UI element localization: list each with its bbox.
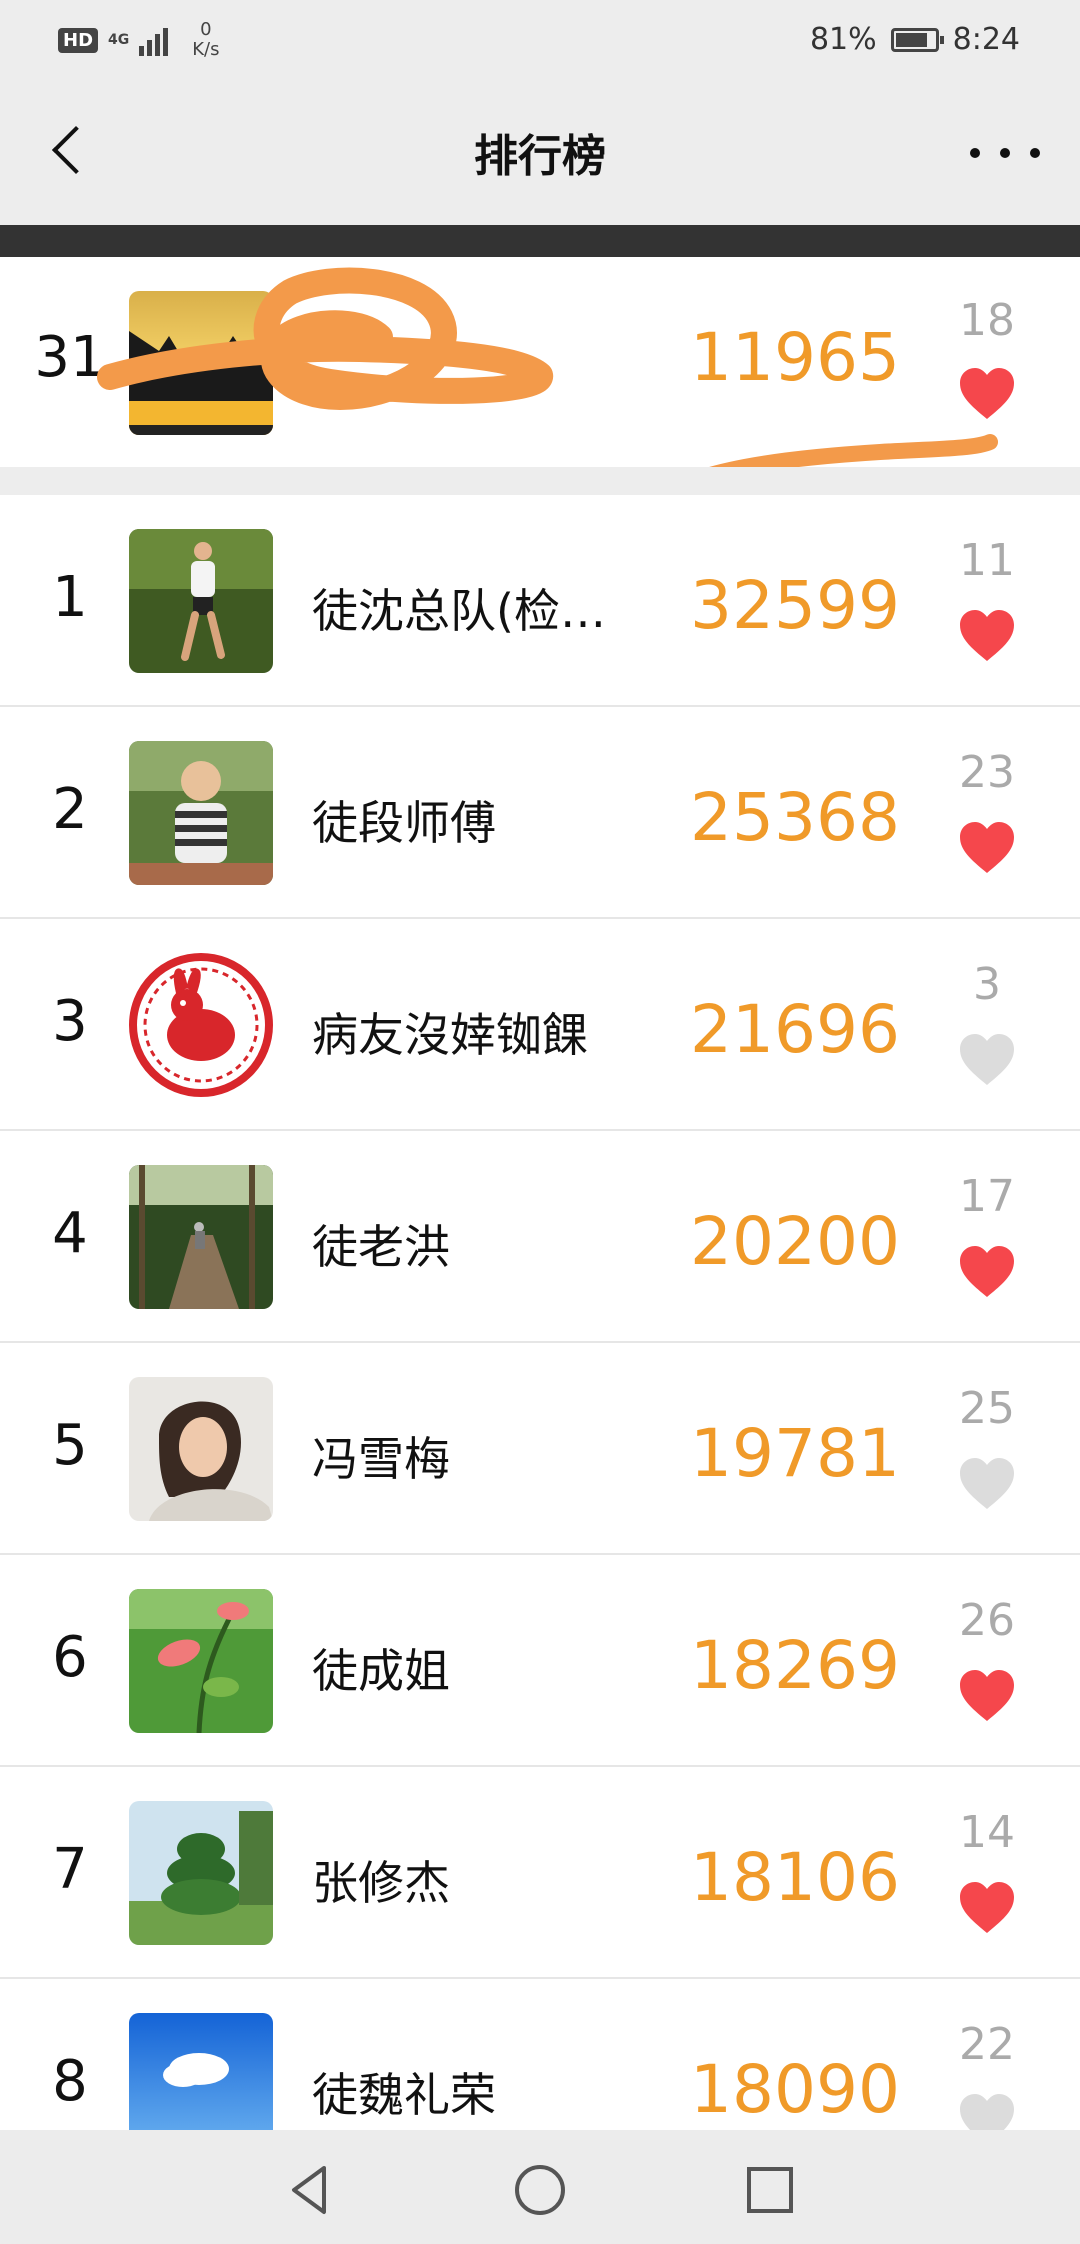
step-count: 25368: [690, 779, 900, 856]
like-count: 17: [959, 1171, 1015, 1222]
rank-number: 8: [52, 2049, 88, 2114]
like-count: 11: [959, 535, 1015, 586]
like-count: 3: [973, 959, 1001, 1010]
step-count: 19781: [690, 1415, 900, 1492]
rank-number: 5: [52, 1413, 88, 1478]
network-speed: 0 K/s: [192, 20, 219, 60]
ranking-row[interactable]: 5 冯雪梅 19781 25: [0, 1343, 1080, 1555]
rank-number: 7: [52, 1837, 88, 1902]
hd-badge: HD: [58, 27, 99, 53]
user-name: 徒老洪: [312, 1220, 450, 1274]
rank-number: 1: [52, 565, 88, 630]
user-name: 徒段师傅: [312, 796, 496, 850]
ranking-row[interactable]: 1 徒沈总队(检… 32599 11: [0, 495, 1080, 707]
system-nav-bar: [0, 2130, 1080, 2244]
ranking-list: 1 徒沈总队(检… 32599 11 2 徒段师傅 25368 23 3 病友沒…: [0, 495, 1080, 2191]
heart-icon[interactable]: [958, 1245, 1016, 1299]
step-count: 18269: [690, 1627, 900, 1704]
like-count: 23: [959, 747, 1015, 798]
status-bar: HD 4G 0 K/s 81% 8:24: [0, 0, 1080, 80]
heart-icon[interactable]: [958, 367, 1016, 421]
battery-icon: [890, 27, 944, 52]
heart-icon[interactable]: [958, 1881, 1016, 1935]
status-bar-right: 81% 8:24: [810, 22, 1020, 57]
avatar[interactable]: [129, 741, 273, 885]
rank-number: 6: [52, 1625, 88, 1690]
ranking-row[interactable]: 7 张修杰 18106 14: [0, 1767, 1080, 1979]
heart-icon[interactable]: [958, 609, 1016, 663]
network-speed-value: 0: [200, 19, 212, 40]
ranking-row[interactable]: 6 徒成姐 18269 26: [0, 1555, 1080, 1767]
avatar[interactable]: [129, 1589, 273, 1733]
nav-bar: 排行榜: [0, 80, 1080, 225]
rank-number: 2: [52, 777, 88, 842]
my-rank: 31: [34, 325, 106, 390]
avatar[interactable]: [129, 953, 273, 1097]
my-like-count: 18: [959, 295, 1015, 346]
heart-icon[interactable]: [958, 1669, 1016, 1723]
signal-icon: [139, 24, 169, 56]
step-count: 18106: [690, 1839, 900, 1916]
like-count: 14: [959, 1807, 1015, 1858]
more-dot-icon: [970, 148, 980, 158]
like-count: 22: [959, 2019, 1015, 2070]
more-button[interactable]: [970, 128, 1040, 178]
avatar[interactable]: [129, 1801, 273, 1945]
nav-home-icon[interactable]: [510, 2160, 570, 2220]
more-dot-icon: [1000, 148, 1010, 158]
network-type: 4G: [108, 32, 130, 48]
nav-recents-icon[interactable]: [740, 2160, 800, 2220]
header-divider: [0, 225, 1080, 257]
user-name: 病友沒婞铷餜: [312, 1008, 588, 1062]
like-count: 25: [959, 1383, 1015, 1434]
rank-number: 4: [52, 1201, 88, 1266]
user-name: 张修杰: [312, 1856, 450, 1910]
section-gap: [0, 467, 1080, 495]
step-count: 21696: [690, 991, 900, 1068]
ranking-row[interactable]: 3 病友沒婞铷餜 21696 3: [0, 919, 1080, 1131]
heart-icon[interactable]: [958, 821, 1016, 875]
like-count: 26: [959, 1595, 1015, 1646]
user-name: 徒沈总队(检…: [312, 584, 606, 638]
heart-icon[interactable]: [958, 1457, 1016, 1511]
step-count: 18090: [690, 2051, 900, 2128]
avatar[interactable]: [129, 1165, 273, 1309]
user-name: 徒成姐: [312, 1644, 450, 1698]
nav-back-icon[interactable]: [280, 2160, 340, 2220]
heart-icon[interactable]: [958, 1033, 1016, 1087]
status-bar-left: HD 4G 0 K/s: [58, 20, 220, 60]
network-speed-unit: K/s: [192, 39, 220, 60]
avatar[interactable]: [129, 1377, 273, 1521]
ranking-row[interactable]: 2 徒段师傅 25368 23: [0, 707, 1080, 919]
my-steps: 11965: [690, 319, 900, 396]
page-title: 排行榜: [474, 131, 606, 182]
clock: 8:24: [952, 22, 1020, 57]
step-count: 32599: [690, 567, 900, 644]
user-name: 徒魏礼荣: [312, 2068, 496, 2122]
step-count: 20200: [690, 1203, 900, 1280]
user-name: 冯雪梅: [312, 1432, 450, 1486]
avatar[interactable]: [129, 529, 273, 673]
my-rank-row[interactable]: 31 11965 18: [0, 257, 1080, 467]
more-dot-icon: [1030, 148, 1040, 158]
ranking-row[interactable]: 4 徒老洪 20200 17: [0, 1131, 1080, 1343]
rank-number: 3: [52, 989, 88, 1054]
my-avatar[interactable]: [129, 291, 273, 435]
battery-percent: 81%: [809, 22, 877, 57]
